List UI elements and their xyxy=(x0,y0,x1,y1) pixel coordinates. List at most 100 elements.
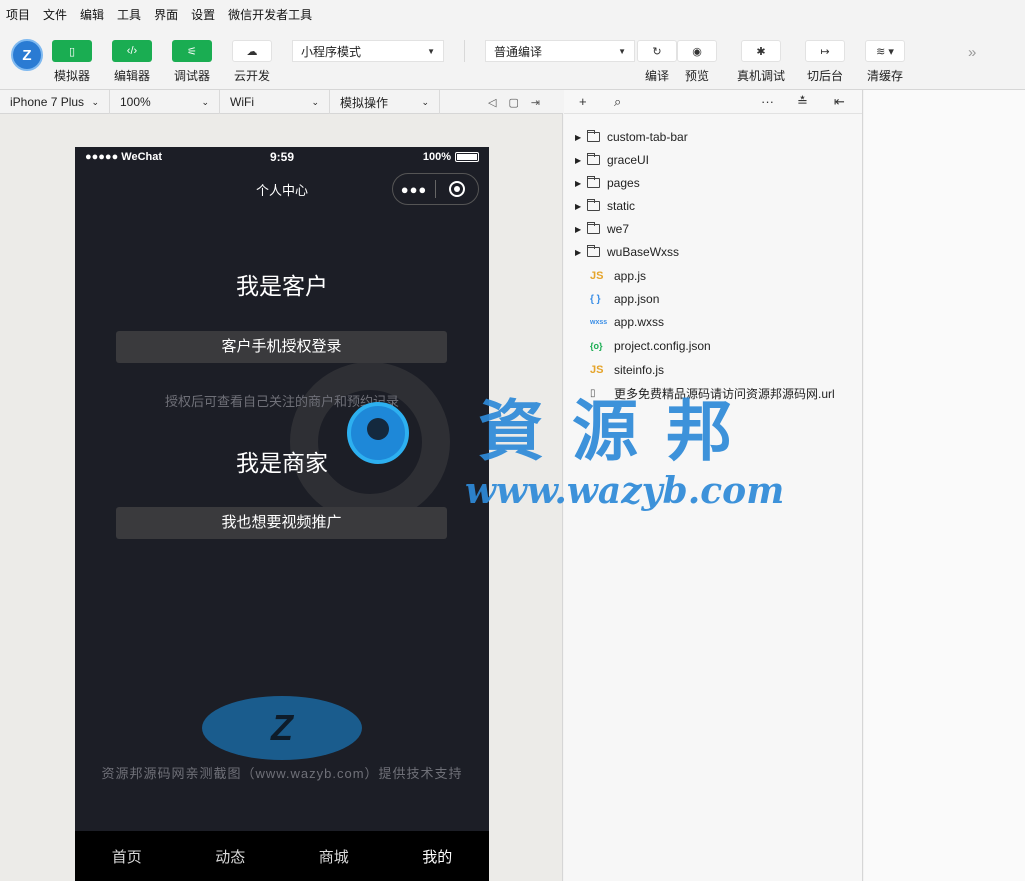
menu-file[interactable]: 文件 xyxy=(43,6,67,23)
menu-edit[interactable]: 编辑 xyxy=(80,6,104,23)
tab-mall[interactable]: 商城 xyxy=(282,831,386,881)
more-icon[interactable]: ··· xyxy=(761,94,774,109)
detach-icon[interactable]: ⇥ xyxy=(531,96,540,109)
tab-mine[interactable]: 我的 xyxy=(386,831,490,881)
folder-name: we7 xyxy=(607,222,630,236)
menu-interface[interactable]: 界面 xyxy=(154,6,178,23)
customer-login-button[interactable]: 客户手机授权登录 xyxy=(116,331,447,363)
folder-name: wuBaseWxss xyxy=(607,245,680,259)
app-logo-icon[interactable]: Z xyxy=(11,39,43,71)
more-dots-icon[interactable]: ●●● xyxy=(393,182,435,197)
switch-background-icon: ↦ xyxy=(805,40,845,62)
compile-select[interactable]: 普通编译 ▼ xyxy=(485,40,635,62)
tree-folder[interactable]: ▶ wuBaseWxss xyxy=(564,242,679,262)
folder-icon xyxy=(587,130,600,142)
device-select[interactable]: iPhone 7 Plus ⌄ xyxy=(0,90,110,114)
battery-indicator: 100% xyxy=(423,151,479,163)
chevron-down-icon: ⌄ xyxy=(311,96,319,107)
preview-button[interactable]: ◉ 预览 xyxy=(677,40,717,84)
background-button[interactable]: ↦ 切后台 xyxy=(805,40,845,84)
simulator-label: 模拟器 xyxy=(53,69,90,83)
more-chevron-icon[interactable]: » xyxy=(968,44,976,61)
json-file-icon: { } xyxy=(590,293,601,305)
window-icon[interactable]: ▢ xyxy=(508,96,518,109)
merchant-promo-button[interactable]: 我也想要视频推广 xyxy=(116,507,447,539)
editor-button[interactable]: ‹/› 编辑器 xyxy=(112,40,152,84)
toolbar: Z ▯ 模拟器 ‹/› 编辑器 ⚟ 调试器 ☁ 云开发 小程序模式 ▼ 普通编译… xyxy=(0,28,1025,90)
operation-select[interactable]: 模拟操作 ⌄ xyxy=(330,90,440,114)
tree-file[interactable]: JS siteinfo.js xyxy=(564,360,664,380)
preview-label: 预览 xyxy=(684,69,709,83)
folder-name: custom-tab-bar xyxy=(607,130,688,144)
network-select-value: WiFi xyxy=(230,95,254,109)
tree-folder[interactable]: ▶ static xyxy=(564,196,635,216)
eye-icon: ◉ xyxy=(677,40,717,62)
operation-select-value: 模拟操作 xyxy=(340,95,389,110)
chevron-down-icon: ⌄ xyxy=(201,96,209,107)
layers-icon: ≋ ▾ xyxy=(865,40,905,62)
tree-folder[interactable]: ▶ pages xyxy=(564,173,640,193)
capsule-menu: ●●● xyxy=(392,173,479,205)
config-file-icon: {o} xyxy=(590,341,603,351)
real-debug-label: 真机调试 xyxy=(737,69,786,83)
customer-heading: 我是客户 xyxy=(236,273,328,299)
expand-arrow-icon: ▶ xyxy=(575,247,582,257)
caret-down-icon: ▼ xyxy=(618,46,626,56)
sort-icon[interactable]: ≛ xyxy=(797,94,808,110)
battery-icon xyxy=(455,152,479,162)
tree-file[interactable]: { } app.json xyxy=(564,289,659,309)
clear-cache-button[interactable]: ≋ ▾ 清缓存 xyxy=(865,40,905,84)
folder-icon xyxy=(587,153,600,165)
volume-icon[interactable]: ◁ xyxy=(488,96,496,109)
tree-file[interactable]: {o} project.config.json xyxy=(564,336,711,356)
menu-settings[interactable]: 设置 xyxy=(191,6,215,23)
zoom-select-value: 100% xyxy=(120,95,151,109)
tree-file[interactable]: JS app.js xyxy=(564,266,646,286)
compile-button[interactable]: ↻ 编译 xyxy=(637,40,677,84)
real-debug-button[interactable]: ✱ 真机调试 xyxy=(737,40,785,84)
caret-down-icon: ▼ xyxy=(427,46,435,56)
explorer-toolbar: + ⌕ ··· ≛ ⇤ xyxy=(564,90,862,114)
tree-folder[interactable]: ▶ graceUI xyxy=(564,150,649,170)
zoom-select[interactable]: 100% ⌄ xyxy=(110,90,220,114)
menu-project[interactable]: 项目 xyxy=(6,6,30,23)
tree-file[interactable]: wxss app.wxss xyxy=(564,312,664,332)
simulator-button[interactable]: ▯ 模拟器 xyxy=(52,40,92,84)
tree-folder[interactable]: ▶ custom-tab-bar xyxy=(564,127,688,147)
cloud-label: 云开发 xyxy=(233,69,270,83)
expand-arrow-icon: ▶ xyxy=(575,224,582,234)
debug-icon: ⚟ xyxy=(172,40,212,62)
close-target-icon[interactable] xyxy=(436,181,478,197)
js-file-icon: JS xyxy=(590,270,604,282)
watermark-brand: 資源邦 xyxy=(478,392,760,470)
menu-devtools[interactable]: 微信开发者工具 xyxy=(228,6,312,23)
menu-tools[interactable]: 工具 xyxy=(117,6,141,23)
status-bar: ●●●●● WeChat 9:59 100% xyxy=(75,147,489,167)
editor-empty-pane xyxy=(864,90,1025,881)
tree-folder[interactable]: ▶ we7 xyxy=(564,219,629,239)
add-icon[interactable]: + xyxy=(579,94,587,109)
file-name: project.config.json xyxy=(614,339,711,353)
clear-cache-label: 清缓存 xyxy=(866,69,903,83)
debugger-button[interactable]: ⚟ 调试器 xyxy=(172,40,212,84)
folder-name: static xyxy=(607,199,636,213)
toolbar-divider xyxy=(464,40,465,62)
tab-dynamic[interactable]: 动态 xyxy=(179,831,283,881)
compile-label: 编译 xyxy=(644,69,669,83)
editor-label: 编辑器 xyxy=(113,69,150,83)
cloud-button[interactable]: ☁ 云开发 xyxy=(232,40,272,84)
search-icon[interactable]: ⌕ xyxy=(614,94,621,110)
folder-icon xyxy=(587,199,600,211)
folder-name: graceUI xyxy=(607,153,650,167)
mode-select[interactable]: 小程序模式 ▼ xyxy=(292,40,444,62)
collapse-panel-icon[interactable]: ⇤ xyxy=(834,94,845,110)
debugger-label: 调试器 xyxy=(173,69,210,83)
device-select-value: iPhone 7 Plus xyxy=(10,95,85,109)
expand-arrow-icon: ▶ xyxy=(575,132,582,142)
network-select[interactable]: WiFi ⌄ xyxy=(220,90,330,114)
tab-home[interactable]: 首页 xyxy=(75,831,179,881)
merchant-heading: 我是商家 xyxy=(236,450,328,476)
js-file-icon: JS xyxy=(590,364,604,376)
authorization-hint: 授权后可查看自己关注的商户和预约记录 xyxy=(164,394,399,409)
bug-icon: ✱ xyxy=(741,40,781,62)
